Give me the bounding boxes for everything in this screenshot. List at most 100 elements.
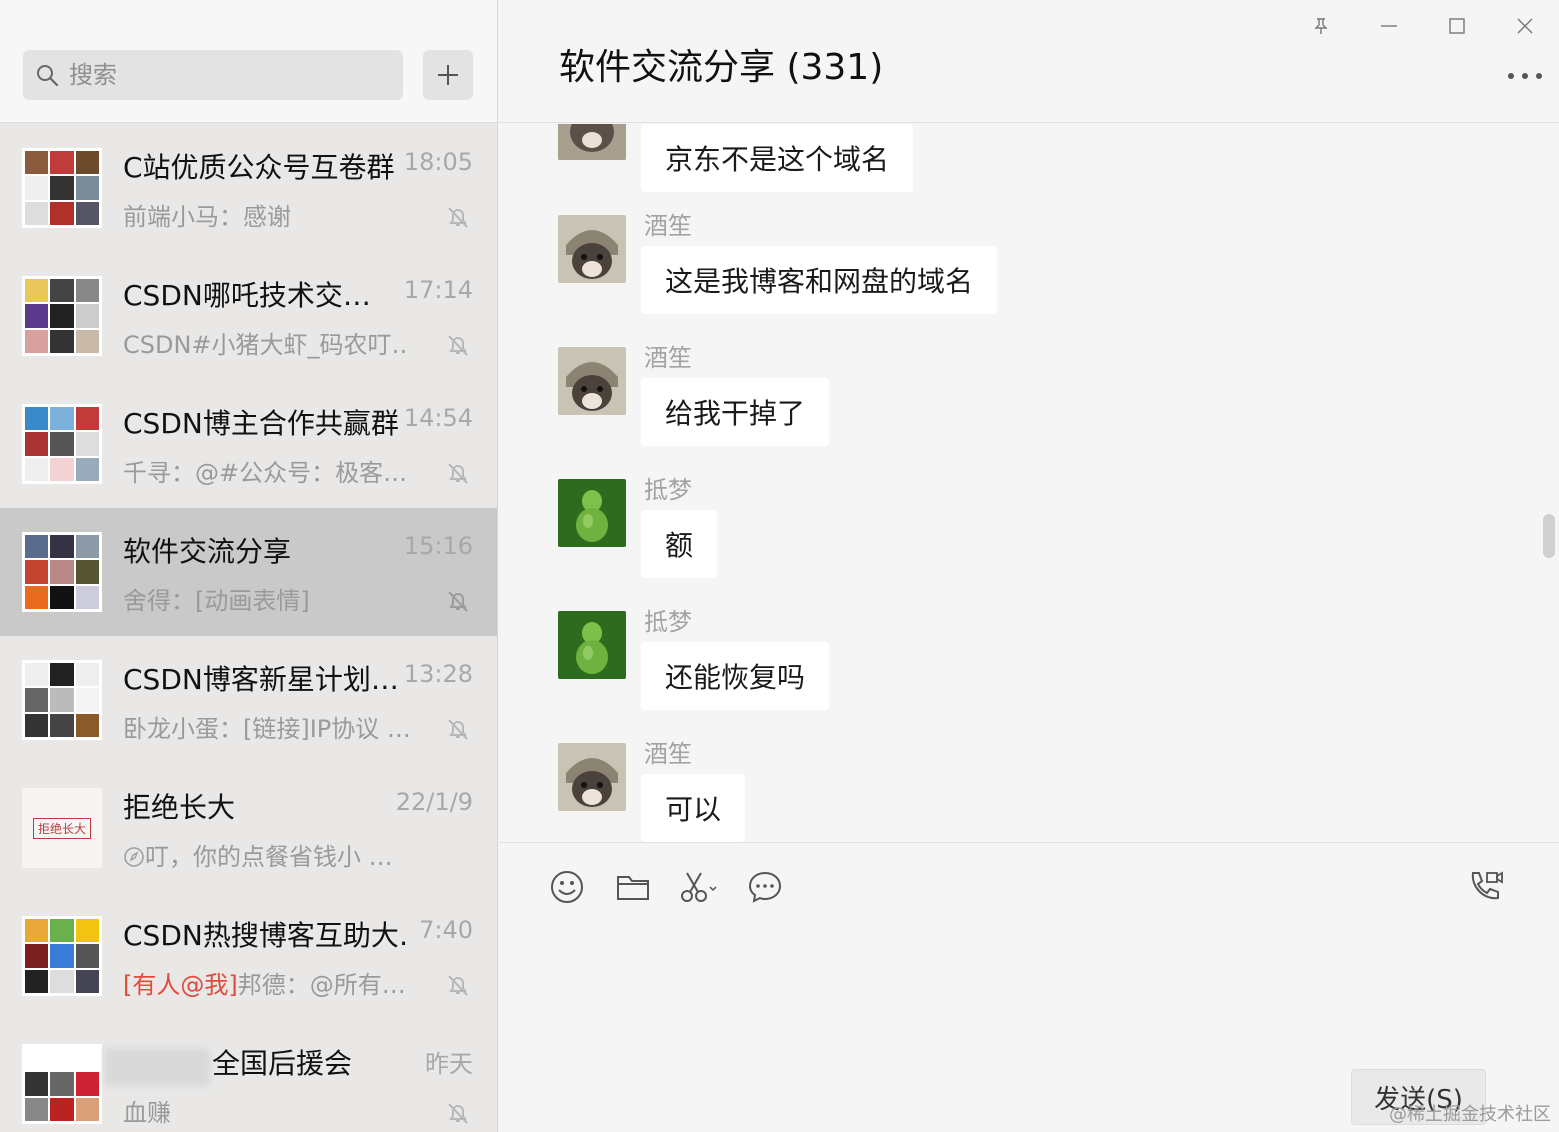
- chat-list-item[interactable]: 拒绝长大 拒绝长大 22/1/9 叮，你的点餐省钱小 …: [0, 764, 497, 892]
- scissors-icon: [681, 872, 717, 902]
- emoji-button[interactable]: [547, 867, 587, 907]
- chat-list-item[interactable]: C站优质公众号互卷群 18:05 前端小马：感谢: [0, 124, 497, 252]
- chat-list-item[interactable]: CSDN博主合作共赢群 14:54 千寻：@#公众号：极客…: [0, 380, 497, 508]
- chat-name: 全国后援会: [212, 1047, 353, 1080]
- plus-icon: [438, 65, 458, 85]
- message-bubble[interactable]: 可以: [641, 774, 746, 842]
- chat-name: CSDN博主合作共赢群: [123, 407, 399, 440]
- message: 抵梦 额: [499, 470, 1499, 590]
- chat-preview: [有人@我]邦德：@所有…: [123, 965, 408, 1000]
- chat-panel: 软件交流分享 (331) 京东不是这个域名 酒笙 这是我博客和网盘的域名 酒笙 …: [499, 0, 1559, 1132]
- chat-preview: CSDN#小猪大虾_码农叮…: [123, 331, 408, 359]
- chat-preview: 舍得：[动画表情]: [123, 587, 310, 615]
- message-bubble[interactable]: 京东不是这个域名: [641, 124, 914, 192]
- chat-time: 18:05: [403, 148, 473, 176]
- maximize-button[interactable]: [1443, 12, 1471, 40]
- mention-badge: [有人@我]: [123, 971, 238, 999]
- chat-name: CSDN哪吒技术交…: [123, 279, 371, 312]
- chat-preview-text: 邦德：@所有…: [237, 971, 406, 999]
- video-call-icon: [1471, 871, 1503, 900]
- chat-preview: 卧龙小蛋：[链接]IP协议 …: [123, 715, 408, 743]
- call-button[interactable]: [1465, 867, 1505, 907]
- mute-bell-icon: [448, 207, 468, 228]
- chat-name: 软件交流分享: [123, 535, 292, 568]
- gourd-avatar[interactable]: [558, 479, 626, 547]
- message-composer: 发送(S) @稀土掘金技术社区: [499, 842, 1559, 1132]
- close-icon: [1517, 18, 1533, 34]
- chat-time: 17:14: [403, 276, 473, 304]
- sender-name: 酒笙: [644, 344, 692, 372]
- mute-bell-icon: [448, 335, 468, 356]
- chat-preview: 千寻：@#公众号：极客…: [123, 459, 408, 487]
- message-bubble[interactable]: 额: [641, 510, 718, 578]
- search-box[interactable]: [23, 50, 403, 100]
- message-list[interactable]: 京东不是这个域名 酒笙 这是我博客和网盘的域名 酒笙 给我干掉了 抵梦 额 抵梦…: [499, 124, 1559, 842]
- message-bubble[interactable]: 还能恢复吗: [641, 642, 830, 710]
- message-bubble[interactable]: 这是我博客和网盘的域名: [641, 246, 998, 314]
- emoji-icon: [551, 871, 583, 903]
- chat-title: 软件交流分享 (331): [559, 47, 884, 88]
- dog-avatar[interactable]: [558, 347, 626, 415]
- chat-time: 15:16: [403, 532, 473, 560]
- mute-bell-icon: [448, 591, 468, 612]
- add-chat-button[interactable]: [423, 50, 473, 100]
- chat-name: 拒绝长大: [123, 791, 236, 824]
- chat-history-button[interactable]: [745, 867, 785, 907]
- group-avatar: [22, 404, 102, 484]
- chat-preview: 叮，你的点餐省钱小 …: [123, 837, 408, 872]
- chat-list-item[interactable]: CSDN热搜博客互助大… 7:40 [有人@我]邦德：@所有…: [0, 892, 497, 1020]
- folder-icon: [617, 876, 649, 900]
- chat-time: 22/1/9: [395, 788, 473, 816]
- close-window-button[interactable]: [1511, 12, 1539, 40]
- chat-time: 14:54: [403, 404, 473, 432]
- message: 酒笙 可以: [499, 734, 1499, 842]
- mute-bell-icon: [448, 1103, 468, 1124]
- search-input[interactable]: [69, 50, 389, 100]
- maximize-icon: [1449, 18, 1465, 34]
- message: 抵梦 还能恢复吗: [499, 602, 1499, 722]
- pin-icon: [1314, 18, 1328, 34]
- minimize-icon: [1381, 25, 1397, 27]
- chat-time: 13:28: [403, 660, 473, 688]
- sender-name: 酒笙: [644, 740, 692, 768]
- screenshot-button[interactable]: [679, 867, 719, 907]
- message-bubble[interactable]: 给我干掉了: [641, 378, 830, 446]
- group-avatar: [22, 148, 102, 228]
- group-avatar: [22, 1044, 102, 1124]
- message-scrollbar[interactable]: [1543, 514, 1555, 558]
- minimize-button[interactable]: [1375, 12, 1403, 40]
- chat-preview: 前端小马：感谢: [123, 203, 291, 231]
- dog-avatar[interactable]: [558, 215, 626, 283]
- chat-list-item[interactable]: 全国后援会 昨天 血赚: [0, 1020, 497, 1132]
- sender-name: 抵梦: [644, 476, 692, 504]
- avatar-stamp-text: 拒绝长大: [32, 817, 91, 839]
- search-bar: [0, 0, 497, 123]
- pin-window-button[interactable]: [1307, 12, 1335, 40]
- search-icon: [37, 65, 59, 87]
- chat-preview-text: 叮，你的点餐省钱小 …: [145, 843, 393, 871]
- chat-list-item[interactable]: CSDN博客新星计划… 13:28 卧龙小蛋：[链接]IP协议 …: [0, 636, 497, 764]
- mute-bell-icon: [448, 463, 468, 484]
- chat-name: CSDN博客新星计划…: [123, 663, 399, 696]
- group-avatar: [22, 532, 102, 612]
- chat-list-item[interactable]: CSDN哪吒技术交… 17:14 CSDN#小猪大虾_码农叮…: [0, 252, 497, 380]
- group-avatar: [22, 660, 102, 740]
- chat-time: 昨天: [425, 1050, 473, 1078]
- chat-name: C站优质公众号互卷群: [123, 151, 395, 184]
- compass-icon: [124, 847, 144, 867]
- group-avatar: [22, 916, 102, 996]
- chat-list-item-selected[interactable]: 软件交流分享 15:16 舍得：[动画表情]: [0, 508, 497, 636]
- send-file-button[interactable]: [613, 867, 653, 907]
- mute-bell-icon: [448, 975, 468, 996]
- message: 酒笙 这是我博客和网盘的域名: [499, 206, 1499, 326]
- contact-avatar: 拒绝长大: [22, 788, 102, 868]
- message: 酒笙 给我干掉了: [499, 338, 1499, 458]
- gourd-avatar[interactable]: [558, 611, 626, 679]
- mute-bell-icon: [448, 719, 468, 740]
- chat-time: 7:40: [419, 916, 473, 944]
- chat-name: CSDN热搜博客互助大…: [123, 919, 408, 952]
- more-options-button[interactable]: [1505, 66, 1545, 86]
- group-avatar: [22, 276, 102, 356]
- dog-avatar[interactable]: [558, 743, 626, 811]
- chat-sidebar: C站优质公众号互卷群 18:05 前端小马：感谢 CSDN哪吒技术交… 17:1…: [0, 0, 498, 1132]
